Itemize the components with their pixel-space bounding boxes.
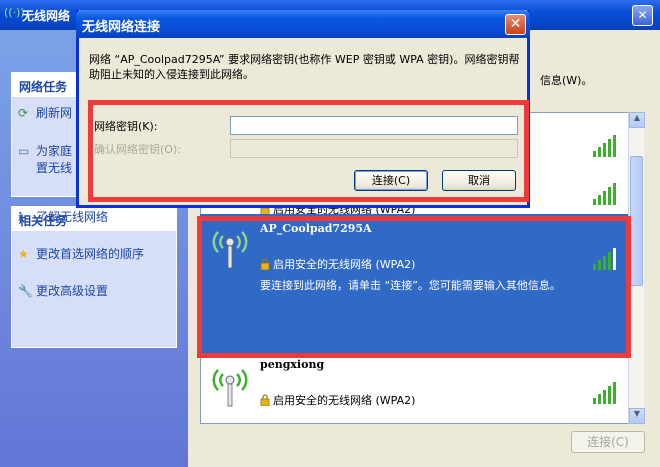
highlight-key-fields [88, 100, 529, 202]
background-close-button[interactable]: ✕ [632, 5, 653, 26]
related-advanced-label: 更改高级设置 [36, 284, 109, 298]
network-security: 启用安全的无线网络 (WPA2) [260, 392, 415, 408]
signal-strength-icon [593, 135, 619, 157]
wireless-antenna-icon [212, 369, 248, 407]
task-setup-label: 为家庭 [36, 144, 73, 158]
dialog-title: 无线网络连接 [82, 20, 161, 35]
list-hint-text: 信息(W)。 [540, 74, 593, 87]
scroll-up-button[interactable]: ▲ [629, 112, 645, 128]
network-name: pengxiong [260, 358, 325, 371]
background-window-title: 无线网络 [22, 9, 71, 23]
scroll-thumb[interactable] [630, 156, 643, 286]
signal-strength-icon [593, 382, 619, 404]
task-refresh-label: 刷新网 [36, 106, 73, 120]
network-item[interactable]: pengxiong 启用安全的无线网络 (WPA2) [200, 354, 628, 414]
dialog-close-button[interactable]: ✕ [505, 14, 526, 35]
lock-icon [260, 394, 270, 407]
related-order[interactable]: ★ 更改首选网络的顺序 [18, 245, 144, 265]
signal-strength-icon [593, 183, 619, 205]
refresh-icon: ⟳ [18, 106, 29, 120]
dialog-message: 网络 “AP_Coolpad7295A” 要求网络密钥(也称作 WEP 密钥或 … [89, 53, 520, 81]
star-icon: ★ [18, 247, 29, 261]
related-order-label: 更改首选网络的顺序 [36, 247, 145, 261]
network-security-text: 启用安全的无线网络 (WPA2) [273, 394, 416, 407]
related-advanced[interactable]: 🔧 更改高级设置 [18, 282, 108, 302]
scroll-down-button[interactable]: ▼ [629, 408, 645, 424]
connect-button-disabled[interactable]: 连接(C) [571, 431, 645, 453]
highlight-selected-network [197, 216, 631, 358]
wrench-icon: 🔧 [18, 284, 33, 298]
info-icon: ℹ [18, 210, 23, 224]
related-learn-label: 了解无线网络 [36, 210, 109, 224]
task-refresh[interactable]: ⟳ 刷新网 [18, 104, 72, 124]
task-network-setup[interactable]: ▭ 为家庭 置无线 [18, 142, 73, 175]
network-setup-icon: ▭ [18, 144, 30, 158]
task-setup-label-2: 置无线 [36, 161, 73, 175]
related-learn[interactable]: ℹ 了解无线网络 [18, 208, 108, 228]
